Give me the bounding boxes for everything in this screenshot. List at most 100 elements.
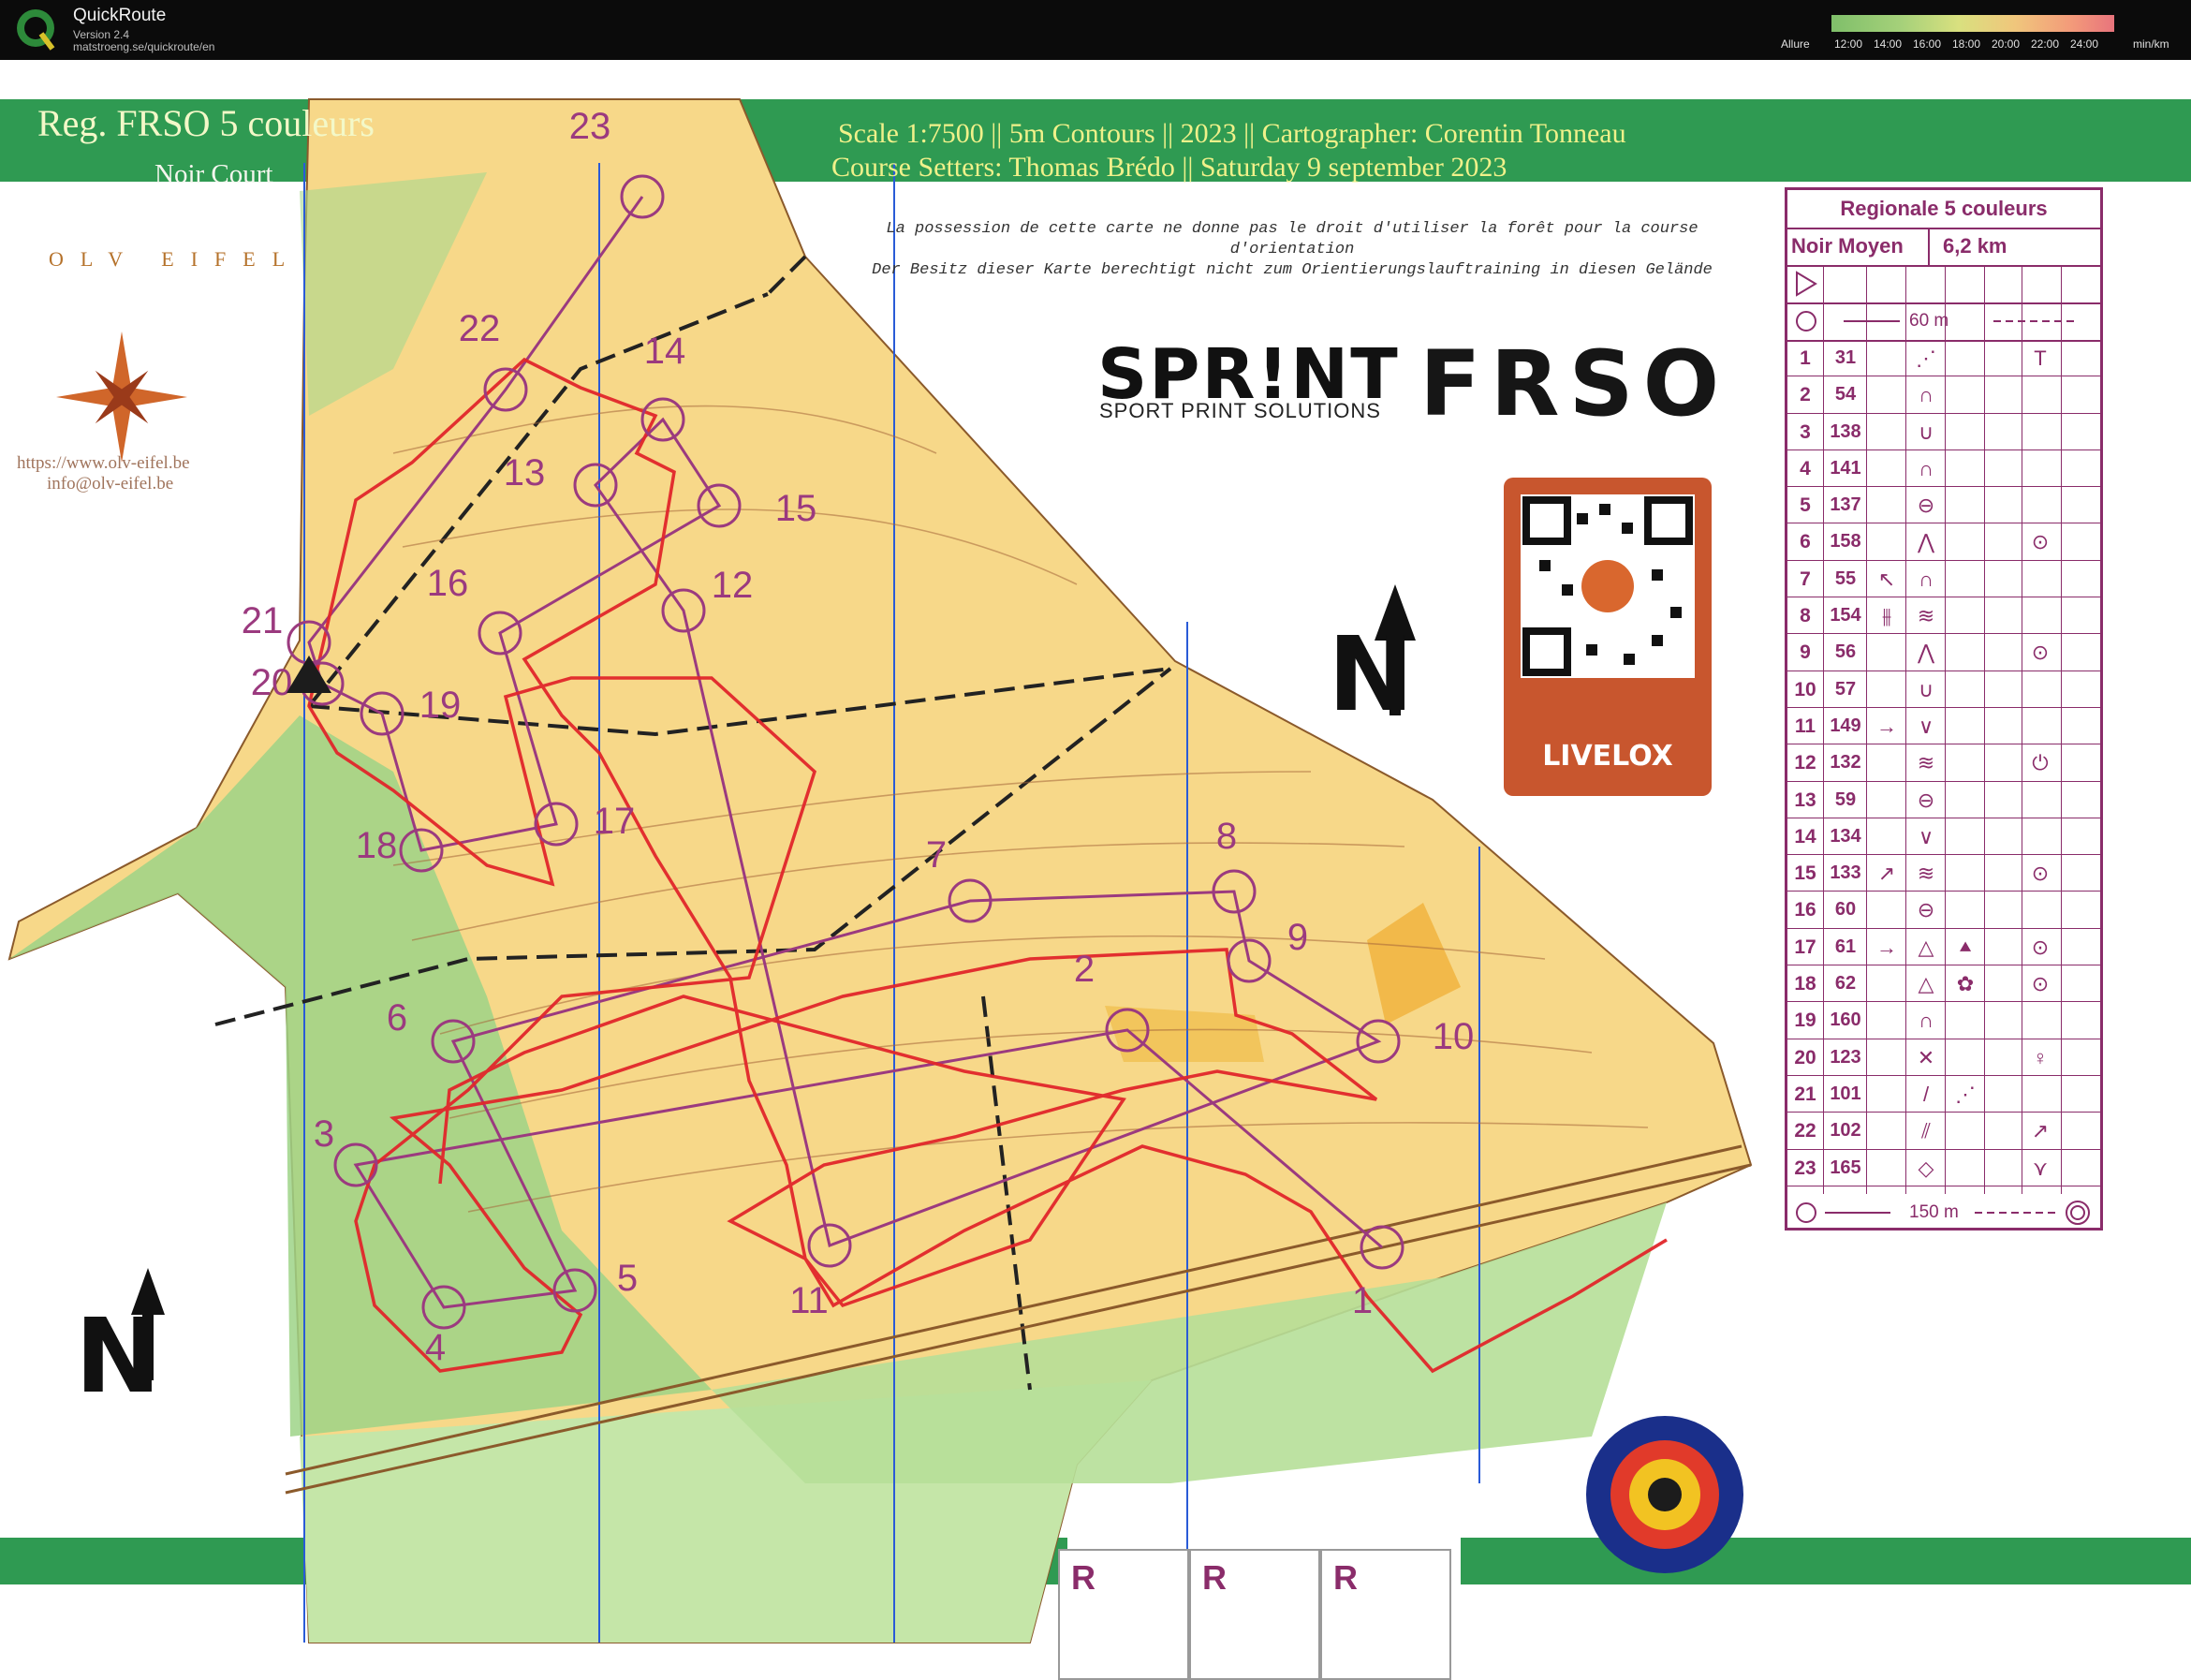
description-symbol: ⊖: [1917, 788, 1935, 812]
desc-col-divider: [2061, 265, 2062, 1194]
description-symbol: ⫽: [1921, 1119, 1931, 1143]
control-number: 20: [251, 662, 293, 703]
club-letters: OLV EIFEL: [49, 247, 302, 271]
r-box: R: [1189, 1549, 1320, 1680]
control-number: 21: [242, 600, 284, 641]
club-mail[interactable]: info@olv-eifel.be: [47, 474, 173, 494]
control-number: 4: [425, 1327, 446, 1368]
r-box-label: R: [1202, 1558, 1227, 1597]
finish-distance-label: 150 m: [1909, 1202, 1959, 1222]
description-symbol: ∨: [1918, 824, 1934, 848]
description-row: 13 59 ⊖: [1787, 782, 2100, 818]
control-code: 160: [1830, 1009, 1861, 1031]
description-rows: 1 31 ⋰ T 2 54 ∩ 3 138 ∪ 4 141 ∩ 5 137 ⊖ 6 158 ⋀ ⊙ 7 55 ↖ ∩ 8 154 ⫵…: [1787, 340, 2100, 1186]
control-number: 19: [419, 685, 462, 726]
description-symbol: ∩: [1919, 456, 1934, 480]
description-row: 22 102 ⫽ ↗: [1787, 1113, 2100, 1150]
control-code: 61: [1834, 936, 1857, 957]
description-length: 6,2 km: [1928, 228, 2007, 265]
control-number: 6: [387, 997, 407, 1039]
description-symbol: ⋰: [1916, 346, 1936, 370]
description-row: 6 158 ⋀ ⊙: [1787, 523, 2100, 561]
description-symbol: ♀: [2032, 1045, 2049, 1069]
description-symbol: ≋: [1917, 751, 1935, 775]
footer-band-right: [1461, 1538, 2191, 1584]
description-symbol: ◇: [1918, 1156, 1934, 1180]
pace-tick: 14:00: [1873, 37, 1903, 51]
control-order: 4: [1800, 457, 1811, 479]
control-number: 12: [712, 565, 754, 606]
control-order: 22: [1794, 1120, 1816, 1142]
control-code: 31: [1834, 347, 1857, 368]
control-code: 57: [1834, 678, 1857, 700]
description-symbol: ⊙: [2031, 935, 2050, 959]
description-symbol: ⫵: [1881, 604, 1892, 628]
description-symbol: →: [1876, 714, 1897, 738]
desc-col-divider: [1984, 265, 1985, 1194]
setters-line: Course Setters: Thomas Brédo || Saturday…: [831, 152, 1507, 183]
control-number: 22: [459, 308, 501, 349]
pace-tick: 24:00: [2069, 37, 2099, 51]
control-code: 56: [1834, 641, 1857, 663]
control-number: 11: [789, 1280, 829, 1321]
control-code: 102: [1830, 1120, 1861, 1142]
description-start-row: [1787, 265, 2100, 304]
north-label-small: N: [75, 1296, 162, 1416]
control-code: 123: [1830, 1046, 1861, 1068]
control-code: 60: [1834, 899, 1857, 921]
control-order: 5: [1800, 494, 1811, 517]
description-symbol: ↗: [2031, 1119, 2050, 1143]
control-number: 1: [1352, 1280, 1373, 1321]
description-row: 17 61 → △ ⯅ ⊙: [1787, 929, 2100, 966]
desc-col-divider: [1905, 265, 1906, 1194]
start-triangle-icon: [1796, 271, 1817, 297]
description-symbol: ⊙: [2031, 862, 2050, 886]
control-order: 13: [1794, 788, 1816, 811]
r-box: R: [1320, 1549, 1451, 1680]
control-order: 2: [1800, 384, 1811, 406]
description-row: 23 165 ◇ ⋎: [1787, 1150, 2100, 1186]
federation-logo: FRSO: [1419, 332, 1729, 436]
description-row: 14 134 ∨: [1787, 818, 2100, 856]
qr-code-icon: [1521, 494, 1695, 678]
control-number: 5: [617, 1258, 638, 1299]
pace-tick: 12:00: [1833, 37, 1863, 51]
control-number: 13: [504, 452, 546, 494]
livelox-label: LIVELOX: [1542, 740, 1673, 773]
control-code: 62: [1834, 973, 1857, 995]
app-url[interactable]: matstroeng.se/quickroute/en: [73, 40, 214, 53]
description-symbol: ⊖: [1917, 898, 1935, 922]
quickroute-logo-icon: [17, 9, 55, 51]
description-symbol: ↖: [1877, 567, 1896, 591]
control-code: 134: [1830, 825, 1861, 847]
description-row: 20 123 ✕ ♀: [1787, 1039, 2100, 1076]
pace-tick: 20:00: [1991, 37, 2021, 51]
description-row: 18 62 △ ✿ ⊙: [1787, 965, 2100, 1003]
description-symbol: ⊙: [2031, 972, 2050, 996]
pace-color-scale[interactable]: [1831, 15, 2114, 32]
control-code: 138: [1830, 420, 1861, 442]
livelox-qr-card[interactable]: LIVELOX: [1504, 478, 1712, 796]
club-url[interactable]: https://www.olv-eifel.be: [17, 453, 190, 474]
description-symbol: ≋: [1917, 862, 1935, 886]
description-row: 3 138 ∪: [1787, 414, 2100, 450]
control-code: 158: [1830, 531, 1861, 553]
description-symbol: ⋰: [1955, 1082, 1976, 1106]
control-order: 15: [1794, 862, 1816, 885]
desc-col-divider: [1866, 265, 1867, 1194]
description-finish-row: 150 m: [1787, 1194, 2100, 1231]
course-name: Noir Court: [154, 159, 273, 189]
description-symbol: △: [1918, 972, 1934, 996]
description-symbol: T: [2034, 346, 2047, 370]
control-number: 18: [356, 825, 398, 866]
control-code: 54: [1834, 384, 1857, 405]
control-code: 137: [1830, 494, 1861, 516]
map-sheet[interactable]: 1 2 3 4 5 6 7 8 9 10 11 12 13 14 15 16 17 18 19 20 21 22 23 Re…: [0, 60, 2191, 1680]
control-order: 8: [1800, 605, 1811, 627]
event-title: Reg. FRSO 5 couleurs: [37, 102, 375, 144]
description-row: 4 141 ∩: [1787, 450, 2100, 488]
description-row: 2 54 ∩: [1787, 376, 2100, 414]
description-symbol: ∩: [1919, 1009, 1934, 1033]
north-label-large: N: [1328, 614, 1415, 734]
description-start-distance: 60 m: [1787, 302, 2100, 342]
